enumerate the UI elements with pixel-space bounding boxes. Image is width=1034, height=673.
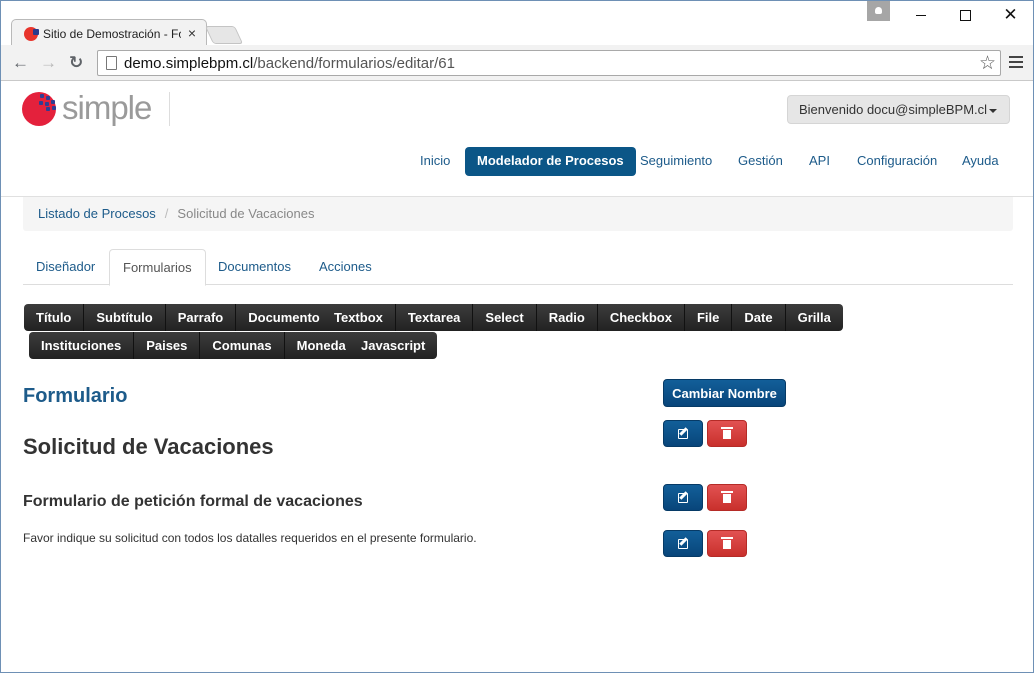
trash-icon (721, 491, 733, 503)
edit-icon (678, 492, 688, 503)
browser-toolbar: ← → ↻ demo.simplebpm.cl/backend/formular… (1, 45, 1033, 81)
add-javascript-button[interactable]: Javascript (349, 332, 438, 359)
tab-close-icon[interactable]: × (188, 25, 196, 41)
bookmark-star-icon[interactable]: ☆ (979, 52, 996, 75)
forward-arrow-icon[interactable]: → (40, 53, 57, 73)
add-paises-button[interactable]: Paises (134, 332, 201, 359)
page-icon (106, 56, 117, 70)
browser-menu-icon[interactable] (1009, 56, 1023, 71)
toolbox-group-text: Título Subtítulo Parrafo Documento (24, 304, 332, 331)
delete-field-button[interactable] (707, 530, 747, 557)
edit-icon (678, 538, 688, 549)
form-field-subtitle: Formulario de petición formal de vacacio… (23, 493, 363, 510)
page-content: simple Bienvenido docu@simpleBPM.cl Inic… (1, 81, 1033, 672)
window-maximize-button[interactable] (943, 1, 988, 29)
field-actions (663, 530, 747, 557)
editor-tabs: Diseñador Formularios Documentos Accione… (23, 249, 1013, 286)
change-name-button[interactable]: Cambiar Nombre (663, 379, 786, 407)
add-checkbox-button[interactable]: Checkbox (597, 304, 685, 331)
nav-seguimiento[interactable]: Seguimiento (640, 153, 712, 168)
caret-down-icon (989, 108, 998, 113)
breadcrumb-current: Solicitud de Vacaciones (177, 206, 315, 221)
add-moneda-button[interactable]: Moneda (284, 332, 358, 359)
nav-ayuda[interactable]: Ayuda (962, 153, 999, 168)
add-file-button[interactable]: File (684, 304, 733, 331)
add-parrafo-button[interactable]: Parrafo (165, 304, 237, 331)
logo-divider (169, 92, 170, 126)
reload-icon[interactable]: ↻ (69, 53, 83, 73)
site-header: simple Bienvenido docu@simpleBPM.cl Inic… (1, 81, 1033, 197)
tab-documentos[interactable]: Documentos (205, 249, 304, 285)
field-actions (663, 420, 747, 447)
nav-inicio[interactable]: Inicio (420, 153, 450, 168)
add-documento-button[interactable]: Documento (236, 304, 332, 331)
browser-tab[interactable]: Sitio de Demostración - Fo × (11, 19, 207, 46)
logo-text: simple (62, 89, 152, 126)
edit-field-button[interactable] (663, 420, 703, 447)
simple-logo[interactable]: simple (22, 89, 152, 130)
user-menu-button[interactable]: Bienvenido docu@simpleBPM.cl (787, 95, 1010, 124)
edit-icon (678, 428, 688, 439)
toolbox-group-inputs: Textbox Textarea Select Radio Checkbox F… (322, 304, 843, 331)
tab-formularios[interactable]: Formularios (109, 249, 206, 286)
url-path: /backend/formularios/editar/61 (253, 55, 455, 72)
toolbox-group-script: Javascript (349, 332, 438, 359)
nav-api[interactable]: API (809, 153, 830, 168)
trash-icon (721, 427, 733, 439)
add-titulo-button[interactable]: Título (24, 304, 85, 331)
add-radio-button[interactable]: Radio (536, 304, 598, 331)
add-textarea-button[interactable]: Textarea (395, 304, 474, 331)
welcome-text: Bienvenido docu@simpleBPM.cl (799, 102, 988, 117)
delete-field-button[interactable] (707, 484, 747, 511)
edit-field-button[interactable] (663, 484, 703, 511)
breadcrumb-processes-link[interactable]: Listado de Procesos (38, 206, 156, 221)
form-heading: Formulario (23, 385, 128, 407)
add-comunas-button[interactable]: Comunas (200, 332, 285, 359)
breadcrumb: Listado de Procesos / Solicitud de Vacacio… (23, 197, 1013, 231)
window-minimize-button[interactable] (898, 1, 943, 29)
field-actions (663, 484, 747, 511)
browser-user-icon[interactable] (867, 1, 890, 21)
add-date-button[interactable]: Date (732, 304, 786, 331)
add-select-button[interactable]: Select (473, 304, 537, 331)
breadcrumb-divider: / (164, 206, 169, 221)
add-subtitulo-button[interactable]: Subtítulo (84, 304, 166, 331)
form-field-paragraph: Favor indique su solicitud con todos los… (23, 531, 477, 545)
tab-acciones[interactable]: Acciones (306, 249, 385, 285)
browser-window: Sitio de Demostración - Fo × ✕ ← → ↻ dem… (0, 0, 1034, 673)
trash-icon (721, 537, 733, 549)
edit-field-button[interactable] (663, 530, 703, 557)
window-close-button[interactable]: ✕ (988, 1, 1033, 29)
delete-field-button[interactable] (707, 420, 747, 447)
toolbox-group-catalogs: Instituciones Paises Comunas Moneda (29, 332, 358, 359)
address-bar[interactable]: demo.simplebpm.cl/backend/formularios/ed… (97, 50, 1001, 76)
add-instituciones-button[interactable]: Instituciones (29, 332, 135, 359)
add-grilla-button[interactable]: Grilla (785, 304, 843, 331)
main-navigation: Inicio Modelador de Procesos Seguimiento… (1, 147, 1033, 176)
url-host: demo.simplebpm.cl (124, 55, 254, 72)
new-tab-button[interactable] (204, 26, 244, 44)
add-textbox-button[interactable]: Textbox (322, 304, 396, 331)
browser-titlebar: Sitio de Demostración - Fo × ✕ (1, 1, 1033, 46)
nav-modelador-de-procesos[interactable]: Modelador de Procesos (465, 147, 636, 176)
form-field-title: Solicitud de Vacaciones (23, 434, 274, 459)
site-favicon-icon (24, 27, 39, 41)
nav-gestion[interactable]: Gestión (738, 153, 783, 168)
url-text[interactable]: demo.simplebpm.cl/backend/formularios/ed… (124, 55, 455, 72)
back-arrow-icon[interactable]: ← (12, 53, 29, 73)
nav-configuracion[interactable]: Configuración (857, 153, 937, 168)
tab-title: Sitio de Demostración - Fo (43, 27, 181, 41)
tab-disenador[interactable]: Diseñador (23, 249, 108, 285)
